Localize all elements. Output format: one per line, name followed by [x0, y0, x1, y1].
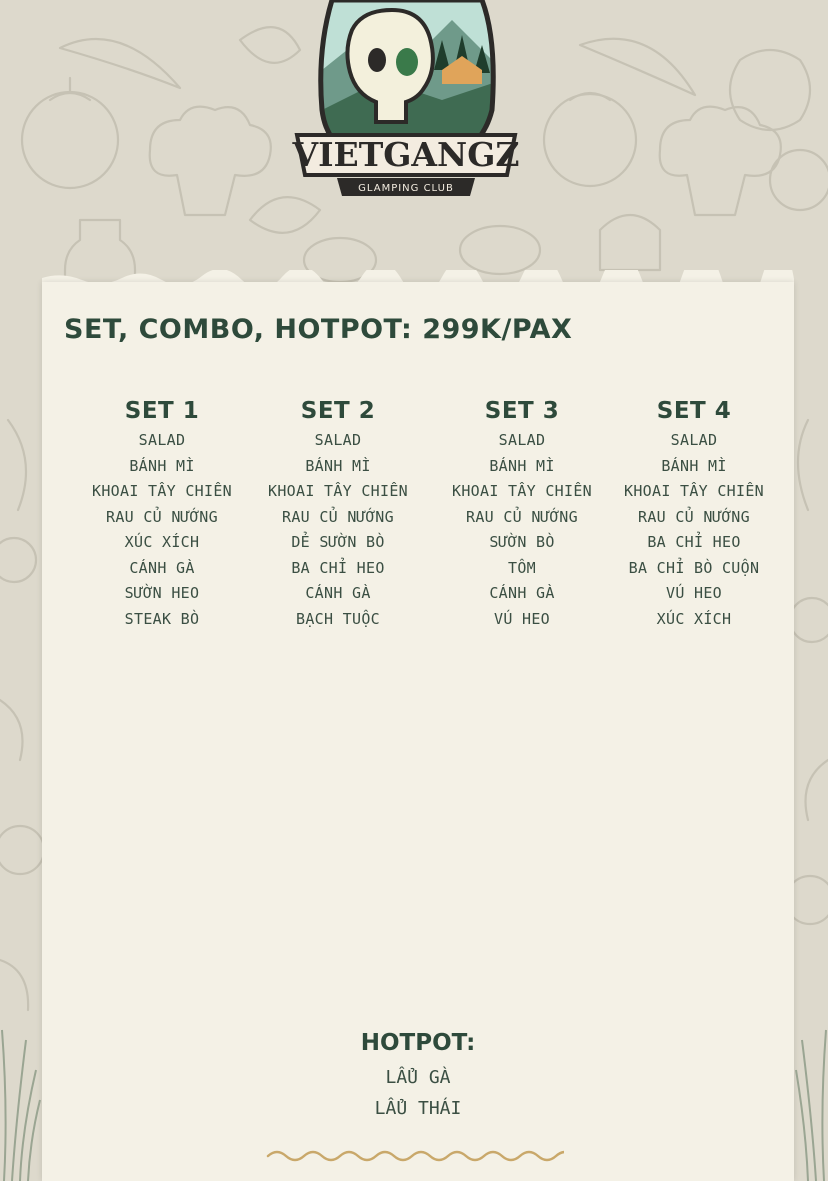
hotpot-item: LẨU THÁI: [374, 1098, 462, 1119]
hotpot-item-list: LẨU GÀ LẨU THÁI: [318, 1062, 518, 1124]
set-item-list: SALAD BÁNH MÌ KHOAI TÂY CHIÊN RAU CỦ NƯỚ…: [432, 428, 612, 632]
set-item: RAU CỦ NƯỚNG: [638, 507, 750, 526]
logo-brand-name: VIETGANGZ: [292, 135, 519, 174]
hotpot-section: HOTPOT: LẨU GÀ LẨU THÁI: [318, 1028, 518, 1124]
set-item: STEAK BÒ: [124, 609, 200, 628]
set-item: BẠCH TUỘC: [296, 609, 380, 628]
set-item: BÁNH MÌ: [661, 456, 727, 475]
set-item: VÚ HEO: [494, 609, 550, 628]
set-item: DẺ SƯỜN BÒ: [291, 533, 385, 551]
set-item: SALAD: [138, 431, 186, 449]
set-item: SALAD: [314, 431, 362, 449]
set-column-2: SET 2 SALAD BÁNH MÌ KHOAI TÂY CHIÊN RAU …: [248, 396, 428, 632]
set-item: BA CHỈ HEO: [647, 533, 741, 551]
vietgangz-logo: VIETGANGZ GLAMPING CLUB: [292, 0, 519, 196]
set-column-1: SET 1 SALAD BÁNH MÌ KHOAI TÂY CHIÊN RAU …: [72, 396, 252, 632]
set-item: CÁNH GÀ: [305, 584, 371, 602]
set-item: VÚ HEO: [666, 584, 722, 602]
set-item: BA CHỈ BÒ CUỘN: [628, 558, 760, 577]
set-column-3: SET 3 SALAD BÁNH MÌ KHOAI TÂY CHIÊN RAU …: [432, 396, 612, 632]
set-item: RAU CỦ NƯỚNG: [466, 507, 578, 526]
set-item: XÚC XÍCH: [124, 533, 200, 551]
set-title: SET 2: [300, 398, 376, 424]
set-item: KHOAI TÂY CHIÊN: [452, 482, 592, 500]
set-item-list: SALAD BÁNH MÌ KHOAI TÂY CHIÊN RAU CỦ NƯỚ…: [72, 428, 252, 632]
set-item: XÚC XÍCH: [656, 609, 732, 628]
set-item-list: SALAD BÁNH MÌ KHOAI TÂY CHIÊN RAU CỦ NƯỚ…: [604, 428, 784, 632]
set-item: SƯỜN BÒ: [489, 533, 555, 551]
set-item: BÁNH MÌ: [305, 456, 371, 475]
set-title: SET 3: [484, 398, 560, 424]
set-item: RAU CỦ NƯỚNG: [106, 507, 218, 526]
set-item: BA CHỈ HEO: [291, 558, 385, 577]
set-column-4: SET 4 SALAD BÁNH MÌ KHOAI TÂY CHIÊN RAU …: [604, 396, 784, 632]
set-item: CÁNH GÀ: [489, 584, 555, 602]
hotpot-item: LẨU GÀ: [385, 1067, 451, 1088]
set-item: SALAD: [498, 431, 546, 449]
set-item: KHOAI TÂY CHIÊN: [92, 482, 232, 500]
grass-decoration-left: [1, 1029, 41, 1181]
wavy-divider: [266, 1150, 564, 1162]
set-item: CÁNH GÀ: [129, 558, 195, 577]
set-item: SALAD: [670, 431, 718, 449]
set-item: KHOAI TÂY CHIÊN: [268, 482, 408, 500]
set-item-list: SALAD BÁNH MÌ KHOAI TÂY CHIÊN RAU CỦ NƯỚ…: [248, 428, 428, 632]
hotpot-title: HOTPOT:: [360, 1030, 476, 1056]
set-title: SET 4: [656, 398, 732, 424]
set-item: TÔM: [508, 558, 536, 577]
set-item: KHOAI TÂY CHIÊN: [624, 482, 764, 500]
set-title: SET 1: [124, 398, 200, 424]
set-item: SƯỜN HEO: [124, 584, 200, 602]
grass-decoration-right: [795, 1029, 827, 1181]
set-item: BÁNH MÌ: [129, 456, 195, 475]
logo-brand-subtitle: GLAMPING CLUB: [358, 183, 454, 194]
menu-heading: SET, COMBO, HOTPOT: 299K/PAX: [64, 314, 573, 345]
set-item: BÁNH MÌ: [489, 456, 555, 475]
set-item: RAU CỦ NƯỚNG: [282, 507, 394, 526]
